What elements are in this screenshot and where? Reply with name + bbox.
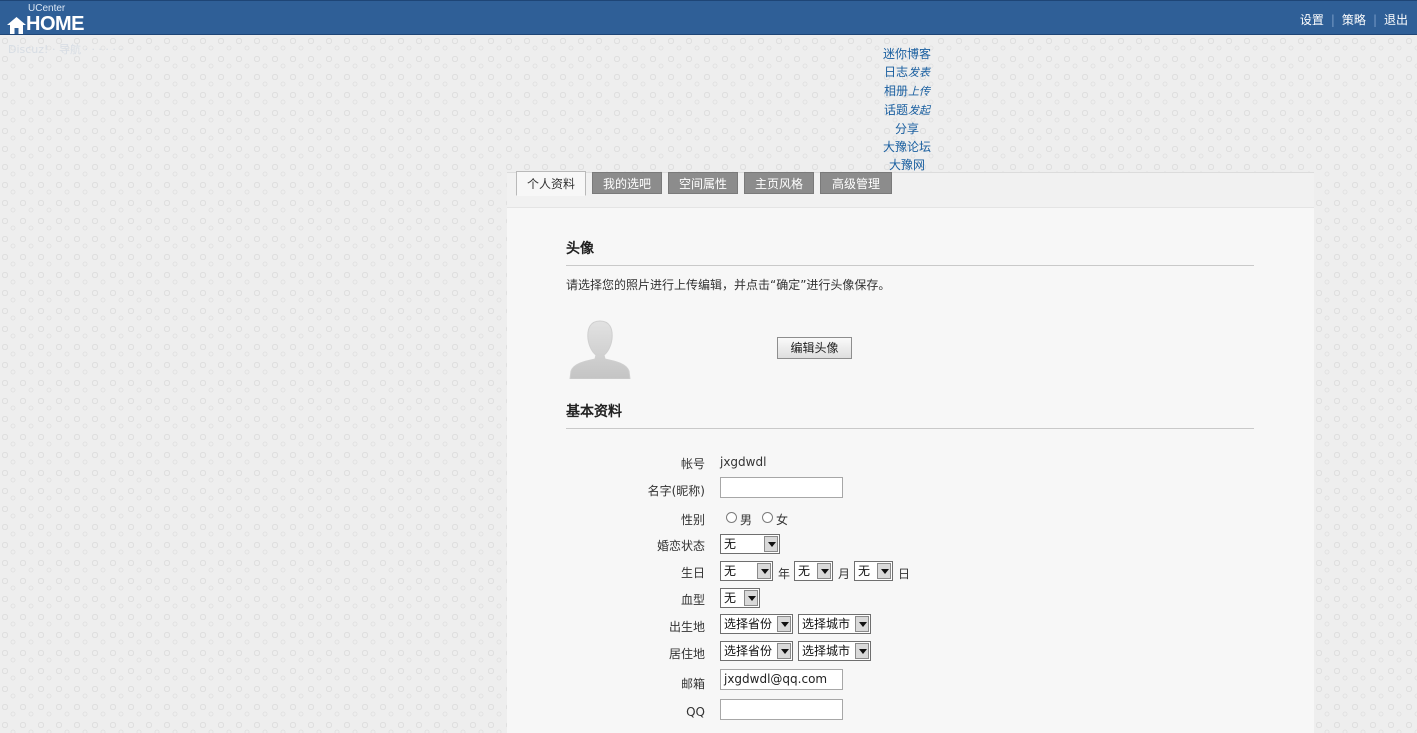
birthday-day-select[interactable]: 无: [854, 561, 893, 581]
nav-logout-link[interactable]: 退出: [1384, 13, 1408, 27]
birthday-month-value: 无: [798, 564, 811, 578]
nav-separator: |: [1330, 13, 1335, 27]
qq-input[interactable]: [720, 699, 843, 720]
blood-type-label: 血型: [680, 593, 705, 607]
quicklink-album-action[interactable]: 上传: [908, 85, 930, 98]
quicklink-topic-action[interactable]: 发起: [908, 104, 930, 117]
chevron-down-icon: [777, 616, 791, 632]
qq-label: QQ: [686, 705, 705, 719]
section-divider: [566, 428, 1254, 429]
gender-male-radio[interactable]: [726, 512, 737, 523]
section-divider: [566, 265, 1254, 266]
chevron-down-icon: [855, 643, 869, 659]
birthplace-city-value: 选择城市: [802, 617, 851, 631]
quicklink-miniblog[interactable]: 迷你博客: [857, 45, 957, 63]
default-avatar-image: [569, 320, 631, 379]
nav-settings-link[interactable]: 设置: [1300, 13, 1324, 27]
birthplace-city-select[interactable]: 选择城市: [798, 614, 871, 634]
residence-province-select[interactable]: 选择省份: [720, 641, 793, 661]
chevron-down-icon: [764, 536, 778, 552]
edit-avatar-button[interactable]: 编辑头像: [777, 337, 852, 359]
chevron-down-icon: [744, 590, 758, 606]
nav-strategy-link[interactable]: 策略: [1342, 13, 1366, 27]
quicklink-share[interactable]: 分享: [857, 120, 957, 138]
chevron-down-icon: [777, 643, 791, 659]
chevron-down-icon: [817, 563, 831, 579]
account-label: 帐号: [680, 457, 705, 471]
top-nav: 设置 | 策略 | 退出: [1300, 11, 1408, 28]
quicklink-blog[interactable]: 日志发表: [857, 63, 957, 82]
birthday-month-select[interactable]: 无: [794, 561, 833, 581]
gender-female-label: 女: [776, 513, 789, 527]
account-value: jxgdwdl: [720, 455, 767, 469]
residence-province-value: 选择省份: [724, 644, 773, 658]
faint-subnav-text: Discuz! · 导航 · · · · · ·: [8, 43, 123, 56]
birthday-label: 生日: [680, 566, 705, 580]
quick-links: 迷你博客 日志发表 相册上传 话题发起 分享 大豫论坛 大豫网: [857, 45, 957, 174]
email-label: 邮箱: [680, 677, 705, 691]
marital-status-value: 无: [724, 537, 737, 551]
birthday-year-select[interactable]: 无: [720, 561, 773, 581]
day-unit-label: 日: [898, 567, 911, 581]
blood-type-value: 无: [724, 591, 737, 605]
nav-separator: |: [1372, 13, 1377, 27]
quicklink-album[interactable]: 相册上传: [857, 82, 957, 101]
home-icon: [7, 17, 26, 34]
avatar-hint-text: 请选择您的照片进行上传编辑，并点击“确定”进行头像保存。: [566, 278, 891, 292]
logo-home-text: HOME: [26, 13, 85, 35]
email-input[interactable]: jxgdwdl@qq.com: [720, 669, 843, 690]
chevron-down-icon: [757, 563, 771, 579]
tab-my-bars[interactable]: 我的选吧: [592, 172, 662, 194]
gender-label: 性别: [680, 513, 705, 527]
gender-female-radio[interactable]: [762, 512, 773, 523]
residence-city-value: 选择城市: [802, 644, 851, 658]
year-unit-label: 年: [778, 567, 791, 581]
marital-status-select[interactable]: 无: [720, 534, 780, 554]
quicklink-forum[interactable]: 大豫论坛: [857, 138, 957, 156]
birthday-year-value: 无: [724, 564, 737, 578]
birthplace-label: 出生地: [668, 620, 705, 634]
chevron-down-icon: [877, 563, 891, 579]
tab-advanced-management[interactable]: 高级管理: [820, 172, 892, 194]
residence-city-select[interactable]: 选择城市: [798, 641, 871, 661]
birthplace-province-select[interactable]: 选择省份: [720, 614, 793, 634]
tab-profile[interactable]: 个人资料: [516, 171, 586, 196]
avatar-section-title: 头像: [566, 241, 594, 257]
top-header-bar: UCenter HOME 设置 | 策略 | 退出: [0, 0, 1417, 35]
marital-status-label: 婚恋状态: [656, 539, 705, 553]
blood-type-select[interactable]: 无: [720, 588, 760, 608]
tab-homepage-style[interactable]: 主页风格: [744, 172, 814, 194]
quicklink-blog-action[interactable]: 发表: [908, 66, 930, 79]
basic-info-section-title: 基本资料: [566, 404, 622, 420]
birthday-day-value: 无: [858, 564, 871, 578]
name-input[interactable]: [720, 477, 843, 498]
name-label: 名字(昵称): [647, 484, 705, 498]
gender-male-label: 男: [740, 513, 753, 527]
month-unit-label: 月: [838, 567, 851, 581]
chevron-down-icon: [855, 616, 869, 632]
tab-space-properties[interactable]: 空间属性: [668, 172, 738, 194]
birthplace-province-value: 选择省份: [724, 617, 773, 631]
residence-label: 居住地: [668, 647, 705, 661]
quicklink-topic[interactable]: 话题发起: [857, 101, 957, 120]
